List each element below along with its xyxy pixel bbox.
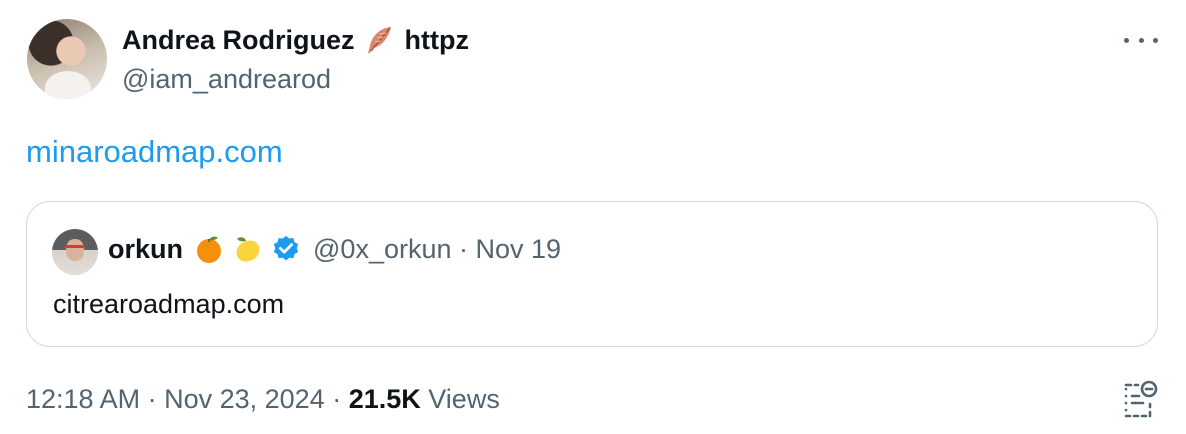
feather-icon (367, 27, 391, 53)
quoted-tweet-header: orkun @0x_orkun · Nov 19 (108, 233, 561, 265)
quoted-tweet-card[interactable]: orkun @0x_orkun · Nov 19 citrearoadmap.c… (26, 201, 1158, 347)
more-options-icon[interactable] (1124, 35, 1158, 45)
quoted-author-name[interactable]: orkun (108, 234, 183, 265)
author-avatar[interactable] (27, 19, 107, 99)
quoted-tweet-text: citrearoadmap.com (53, 289, 285, 319)
quoted-author-avatar[interactable] (52, 229, 98, 275)
quoted-tweet-meta[interactable]: @0x_orkun · Nov 19 (313, 234, 561, 265)
tweet-link[interactable]: minaroadmap.com (26, 134, 283, 170)
verified-badge-icon (273, 235, 299, 261)
tweet-timestamp[interactable]: 12:18 AM · Nov 23, 2024 · (26, 384, 341, 414)
views-label: Views (428, 384, 500, 414)
lemon-emoji-icon (236, 237, 260, 262)
orange-emoji-icon (197, 236, 222, 263)
views-count: 21.5K (348, 384, 421, 414)
author-name-suffix[interactable]: httpz (405, 25, 469, 56)
tweet-summary-icon[interactable] (1120, 380, 1160, 420)
author-name-row[interactable]: Andrea Rodriguez httpz (122, 24, 469, 56)
author-name[interactable]: Andrea Rodriguez (122, 25, 355, 56)
tweet-footer: 12:18 AM · Nov 23, 2024 · 21.5K Views (26, 384, 500, 415)
author-handle[interactable]: @iam_andrearod (122, 64, 331, 95)
